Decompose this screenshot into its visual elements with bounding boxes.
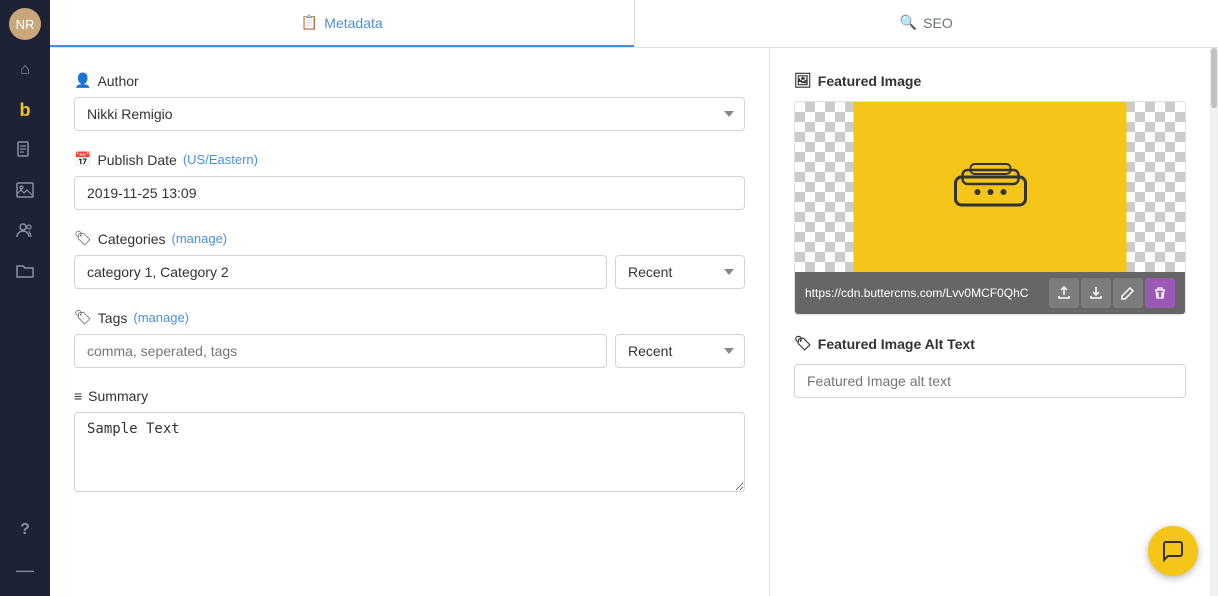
categories-filter-select[interactable]: Recent bbox=[615, 255, 745, 289]
publish-date-input[interactable] bbox=[74, 176, 745, 210]
featured-image-alt-label: 🏷 Featured Image Alt Text bbox=[794, 335, 1186, 352]
summary-textarea[interactable]: Sample Text bbox=[74, 412, 745, 492]
publish-date-label: 📅 Publish Date (US/Eastern) bbox=[74, 151, 745, 168]
person-icon: 👤 bbox=[74, 72, 91, 89]
seo-tab-label: SEO bbox=[923, 15, 953, 31]
image-url-bar: https://cdn.buttercms.com/Lvv0MCF0QhC bbox=[795, 272, 1185, 314]
categories-input[interactable] bbox=[74, 255, 607, 289]
chat-icon bbox=[1161, 539, 1185, 563]
publish-date-group: 📅 Publish Date (US/Eastern) bbox=[74, 151, 745, 210]
tags-row: Recent bbox=[74, 334, 745, 368]
tags-input[interactable] bbox=[74, 334, 607, 368]
author-group: 👤 Author Nikki Remigio bbox=[74, 72, 745, 131]
image-download-button[interactable] bbox=[1081, 278, 1111, 308]
tags-filter-select[interactable]: Recent bbox=[615, 334, 745, 368]
author-label: 👤 Author bbox=[74, 72, 745, 89]
categories-row: Recent bbox=[74, 255, 745, 289]
tab-metadata[interactable]: 📋 Metadata bbox=[50, 0, 634, 47]
summary-group: ≡ Summary Sample Text bbox=[74, 388, 745, 495]
help-icon[interactable]: ? bbox=[7, 512, 43, 548]
content-area: 👤 Author Nikki Remigio 📅 Publish Date (U… bbox=[50, 48, 1218, 596]
right-panel: 🖼 Featured Image bbox=[770, 48, 1210, 596]
categories-manage-link[interactable]: (manage) bbox=[171, 231, 227, 246]
main-content: 📋 Metadata 🔍 SEO 👤 Author Nikki Remigio bbox=[50, 0, 1218, 596]
image-url-text: https://cdn.buttercms.com/Lvv0MCF0QhC bbox=[805, 286, 1049, 300]
home-icon[interactable]: ⌂ bbox=[7, 52, 43, 88]
image-yellow-bg bbox=[854, 102, 1127, 272]
butter-logo-svg bbox=[940, 152, 1040, 222]
categories-group: 🏷 Categories (manage) Recent bbox=[74, 230, 745, 289]
timezone-link[interactable]: (US/Eastern) bbox=[183, 152, 258, 167]
image-delete-button[interactable] bbox=[1145, 278, 1175, 308]
folder-icon[interactable] bbox=[7, 252, 43, 288]
image-section-icon: 🖼 bbox=[794, 72, 812, 89]
tab-seo[interactable]: 🔍 SEO bbox=[635, 0, 1218, 47]
image-actions bbox=[1049, 278, 1175, 308]
sidebar: NR ⌂ b ? — bbox=[0, 0, 50, 596]
left-panel: 👤 Author Nikki Remigio 📅 Publish Date (U… bbox=[50, 48, 770, 596]
list-icon: ≡ bbox=[74, 388, 82, 404]
avatar[interactable]: NR bbox=[9, 8, 41, 40]
chat-bubble[interactable] bbox=[1148, 526, 1198, 576]
scrollbar[interactable] bbox=[1210, 48, 1218, 596]
collapse-icon[interactable]: — bbox=[7, 552, 43, 588]
image-icon[interactable] bbox=[7, 172, 43, 208]
metadata-tab-icon: 📋 bbox=[301, 14, 318, 31]
users-icon[interactable] bbox=[7, 212, 43, 248]
butter-icon[interactable]: b bbox=[7, 92, 43, 128]
metadata-tab-label: Metadata bbox=[324, 15, 382, 31]
image-display bbox=[795, 102, 1185, 272]
calendar-icon: 📅 bbox=[74, 151, 91, 168]
categories-label: 🏷 Categories (manage) bbox=[74, 230, 745, 247]
tags-label: 🏷 Tags (manage) bbox=[74, 309, 745, 326]
featured-image-container: https://cdn.buttercms.com/Lvv0MCF0QhC bbox=[794, 101, 1186, 315]
featured-image-alt-group: 🏷 Featured Image Alt Text bbox=[794, 335, 1186, 398]
scrollbar-thumb bbox=[1211, 48, 1217, 108]
summary-label: ≡ Summary bbox=[74, 388, 745, 404]
image-edit-button[interactable] bbox=[1113, 278, 1143, 308]
author-select[interactable]: Nikki Remigio bbox=[74, 97, 745, 131]
featured-image-label: 🖼 Featured Image bbox=[794, 72, 1186, 89]
document-icon[interactable] bbox=[7, 132, 43, 168]
tags-group: 🏷 Tags (manage) Recent bbox=[74, 309, 745, 368]
tags-icon: 🏷 bbox=[74, 309, 92, 326]
featured-image-group: 🖼 Featured Image bbox=[794, 72, 1186, 315]
tag-icon: 🏷 bbox=[74, 230, 92, 247]
image-upload-button[interactable] bbox=[1049, 278, 1079, 308]
tab-bar: 📋 Metadata 🔍 SEO bbox=[50, 0, 1218, 48]
featured-image-alt-input[interactable] bbox=[794, 364, 1186, 398]
alt-tag-icon: 🏷 bbox=[794, 335, 812, 352]
seo-tab-icon: 🔍 bbox=[900, 14, 917, 31]
tags-manage-link[interactable]: (manage) bbox=[133, 310, 189, 325]
